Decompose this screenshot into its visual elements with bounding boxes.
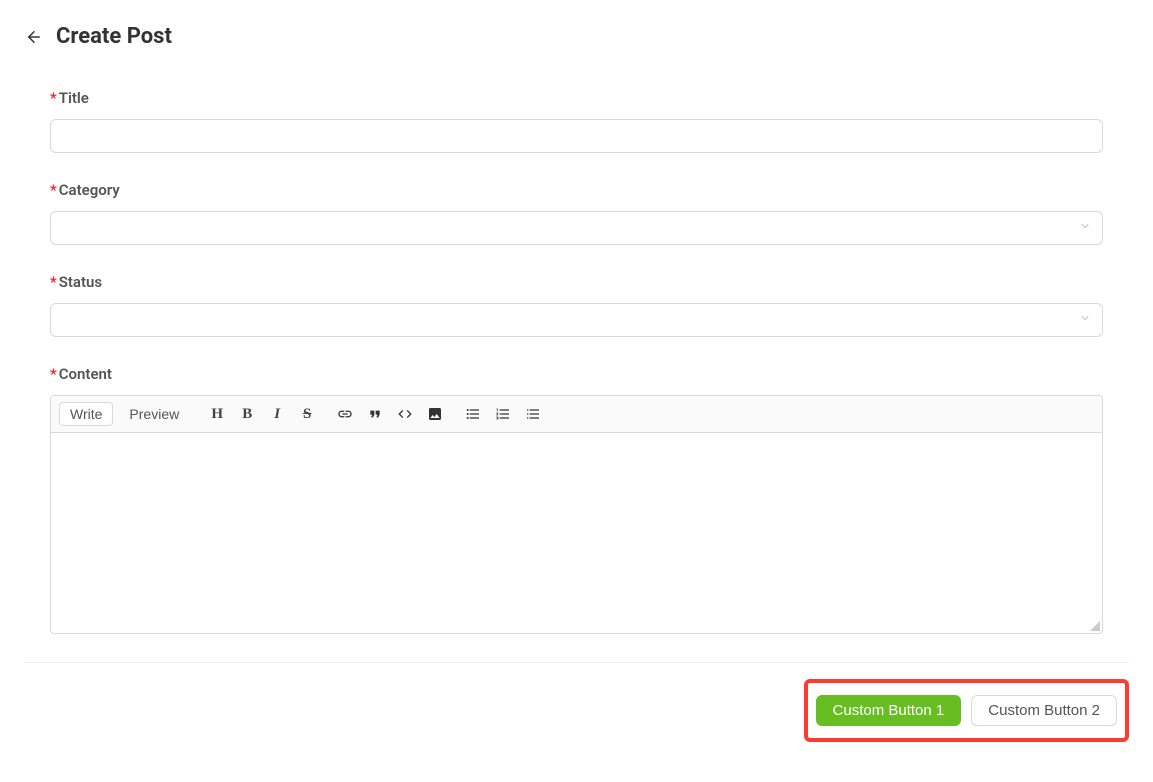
- category-label-text: Category: [59, 181, 120, 199]
- toolbar-group-text: H B I S: [207, 404, 317, 424]
- required-mark: *: [50, 181, 57, 199]
- custom-button-2[interactable]: Custom Button 2: [971, 695, 1117, 726]
- status-select[interactable]: [50, 303, 1103, 337]
- strikethrough-icon[interactable]: S: [297, 404, 317, 424]
- toolbar-group-list: [463, 404, 543, 424]
- title-label-text: Title: [59, 89, 89, 107]
- chevron-down-icon: [1079, 220, 1091, 236]
- checklist-icon[interactable]: [523, 404, 543, 424]
- required-mark: *: [50, 273, 57, 291]
- status-label: *Status: [50, 273, 1103, 291]
- editor-tab-write[interactable]: Write: [59, 402, 113, 426]
- page-title: Create Post: [56, 24, 172, 49]
- toolbar-group-insert: [335, 404, 445, 424]
- title-input[interactable]: [50, 119, 1103, 153]
- image-icon[interactable]: [425, 404, 445, 424]
- form-footer: Custom Button 1 Custom Button 2: [24, 662, 1129, 758]
- quote-icon[interactable]: [365, 404, 385, 424]
- italic-icon[interactable]: I: [267, 404, 287, 424]
- required-mark: *: [50, 365, 57, 383]
- category-label: *Category: [50, 181, 1103, 199]
- form-item-status: *Status: [50, 273, 1103, 337]
- form-item-title: *Title: [50, 89, 1103, 153]
- create-post-form: *Title *Category *Status: [24, 89, 1129, 634]
- footer-highlight: Custom Button 1 Custom Button 2: [804, 679, 1129, 742]
- code-icon[interactable]: [395, 404, 415, 424]
- content-editor: Write Preview H B I S: [50, 395, 1103, 634]
- editor-textarea[interactable]: [51, 433, 1102, 633]
- page-header: Create Post: [24, 24, 1129, 49]
- resize-handle-icon[interactable]: [1090, 621, 1100, 631]
- bold-icon[interactable]: B: [237, 404, 257, 424]
- header-icon[interactable]: H: [207, 404, 227, 424]
- form-item-category: *Category: [50, 181, 1103, 245]
- editor-tab-preview[interactable]: Preview: [119, 403, 189, 425]
- category-select[interactable]: [50, 211, 1103, 245]
- link-icon[interactable]: [335, 404, 355, 424]
- editor-toolbar: Write Preview H B I S: [51, 396, 1102, 433]
- content-label: *Content: [50, 365, 1103, 383]
- back-arrow-icon[interactable]: [24, 27, 44, 47]
- ordered-list-icon[interactable]: [493, 404, 513, 424]
- chevron-down-icon: [1079, 312, 1091, 328]
- content-label-text: Content: [59, 365, 112, 383]
- status-label-text: Status: [59, 273, 102, 291]
- form-item-content: *Content Write Preview H B I S: [50, 365, 1103, 634]
- required-mark: *: [50, 89, 57, 107]
- title-label: *Title: [50, 89, 1103, 107]
- custom-button-1[interactable]: Custom Button 1: [816, 695, 962, 726]
- unordered-list-icon[interactable]: [463, 404, 483, 424]
